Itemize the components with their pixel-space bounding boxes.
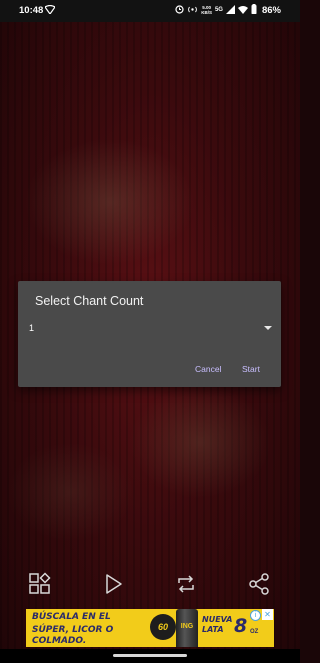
spinner-selected-value: 1 xyxy=(29,323,35,333)
navigation-bar xyxy=(0,649,300,663)
play-icon[interactable] xyxy=(101,572,125,596)
chant-count-spinner[interactable]: 1 xyxy=(29,322,272,336)
home-gesture-handle[interactable] xyxy=(113,654,187,657)
ad-banner[interactable]: BÚSCALA EN EL SÚPER, LICOR O COLMADO. 60… xyxy=(26,609,274,647)
ad-size-unit: OZ xyxy=(250,629,259,635)
ad-can-image: ING xyxy=(176,609,198,647)
dialog-title: Select Chant Count xyxy=(35,294,144,308)
start-button[interactable]: Start xyxy=(242,364,260,374)
status-icons: 5.00 KB/S 5G 86% xyxy=(175,4,281,16)
ad-size: 8 xyxy=(234,615,248,637)
ad-price-badge: 60 xyxy=(150,614,176,640)
battery-percent: 86% xyxy=(261,4,281,16)
alarm-icon xyxy=(175,4,184,16)
network-speed: 5.00 KB/S xyxy=(201,5,212,15)
ad-close-icon[interactable]: ✕ xyxy=(262,609,273,620)
status-bar: 10:48 5.00 KB/S 5G 86% xyxy=(0,0,300,22)
hotspot-icon xyxy=(187,5,198,16)
share-icon[interactable] xyxy=(247,572,271,596)
ad-new-can-text: NUEVA LATA xyxy=(202,615,233,634)
wifi-small-icon xyxy=(44,4,56,16)
grid-shapes-icon[interactable] xyxy=(28,572,52,596)
cancel-button[interactable]: Cancel xyxy=(195,364,221,374)
repeat-icon[interactable] xyxy=(174,572,198,596)
ad-info-icon[interactable]: i xyxy=(250,610,261,621)
ad-text: BÚSCALA EN EL SÚPER, LICOR O COLMADO. xyxy=(32,612,114,646)
signal-icon xyxy=(225,4,235,16)
wifi-icon xyxy=(237,5,248,16)
dropdown-arrow-icon xyxy=(264,326,272,330)
chant-count-dialog: Select Chant Count 1 Cancel Start xyxy=(18,281,281,387)
battery-icon xyxy=(251,4,257,16)
network-type: 5G xyxy=(214,7,223,13)
bottom-toolbar xyxy=(0,566,300,602)
status-time: 10:48 xyxy=(19,5,44,16)
